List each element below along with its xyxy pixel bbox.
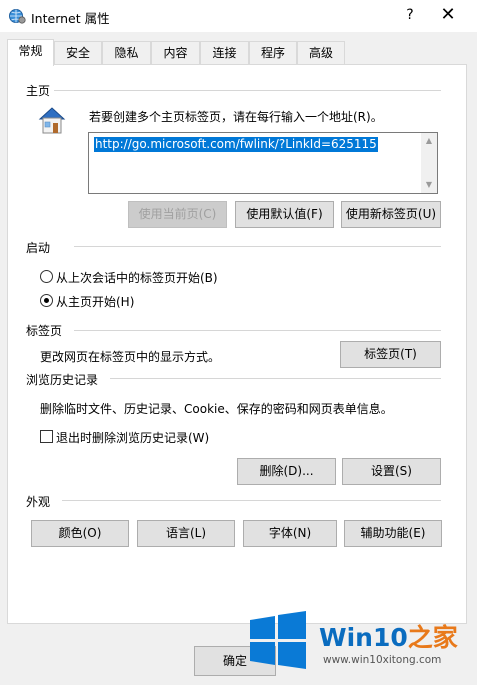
scroll-down-icon[interactable]: ▼	[421, 177, 437, 193]
section-divider	[54, 90, 441, 91]
fonts-button[interactable]: 字体(N)	[243, 520, 337, 547]
delete-on-exit-label[interactable]: 退出时删除浏览历史记录(W)	[56, 429, 209, 446]
radio-homepage[interactable]	[40, 294, 53, 307]
homepage-url-text: http://go.microsoft.com/fwlink/?LinkId=6…	[94, 137, 378, 152]
section-title-appearance: 外观	[26, 495, 51, 509]
use-current-button[interactable]: 使用当前页(C)	[128, 201, 227, 228]
internet-options-icon	[9, 9, 26, 24]
history-description: 删除临时文件、历史记录、Cookie、保存的密码和网页表单信息。	[40, 402, 393, 416]
tab-privacy[interactable]: 隐私	[102, 41, 151, 65]
section-title-startup: 启动	[26, 241, 51, 255]
textarea-scrollbar[interactable]: ▲ ▼	[421, 133, 437, 193]
scroll-up-icon[interactable]: ▲	[421, 133, 437, 149]
watermark-brand-zh: 之家	[407, 623, 458, 652]
windows-logo-icon	[250, 611, 306, 669]
home-icon	[38, 107, 66, 134]
close-button[interactable]: ✕	[436, 3, 460, 27]
languages-button[interactable]: 语言(L)	[137, 520, 235, 547]
tab-general[interactable]: 常规	[7, 39, 54, 66]
tab-content[interactable]: 内容	[151, 41, 200, 65]
watermark: Win10之家 www.win10xitong.com	[243, 600, 477, 685]
delete-history-button[interactable]: 删除(D)...	[237, 458, 336, 485]
watermark-brand: Win10之家	[319, 618, 458, 654]
use-new-tab-button[interactable]: 使用新标签页(U)	[341, 201, 441, 228]
section-title-tabs: 标签页	[26, 324, 63, 338]
radio-last-session[interactable]	[40, 270, 53, 283]
history-settings-button[interactable]: 设置(S)	[342, 458, 441, 485]
homepage-url-textarea[interactable]: http://go.microsoft.com/fwlink/?LinkId=6…	[88, 132, 438, 194]
label-last-session[interactable]: 从上次会话中的标签页开始(B)	[56, 269, 218, 286]
title-bar: Internet 属性 ? ✕	[0, 0, 477, 32]
watermark-url: www.win10xitong.com	[323, 654, 442, 666]
watermark-brand-en: Win10	[319, 623, 408, 652]
tabs-description: 更改网页在标签页中的显示方式。	[40, 350, 221, 364]
tab-advanced[interactable]: 高级	[297, 41, 345, 65]
delete-on-exit-checkbox[interactable]	[40, 430, 53, 443]
section-title-homepage: 主页	[26, 84, 51, 98]
label-homepage[interactable]: 从主页开始(H)	[56, 293, 134, 310]
window-title: Internet 属性	[31, 11, 110, 26]
colors-button[interactable]: 颜色(O)	[31, 520, 129, 547]
tabs-settings-button[interactable]: 标签页(T)	[340, 341, 441, 368]
section-divider	[110, 378, 441, 379]
section-divider	[62, 500, 441, 501]
section-divider	[74, 246, 441, 247]
help-button[interactable]: ?	[398, 3, 422, 27]
section-title-history: 浏览历史记录	[26, 373, 99, 387]
tab-connections[interactable]: 连接	[200, 41, 249, 65]
tab-programs[interactable]: 程序	[249, 41, 297, 65]
tab-security[interactable]: 安全	[54, 41, 102, 65]
accessibility-button[interactable]: 辅助功能(E)	[344, 520, 442, 547]
homepage-instruction: 若要创建多个主页标签页，请在每行输入一个地址(R)。	[89, 110, 383, 124]
use-default-button[interactable]: 使用默认值(F)	[235, 201, 334, 228]
section-divider	[74, 330, 441, 331]
